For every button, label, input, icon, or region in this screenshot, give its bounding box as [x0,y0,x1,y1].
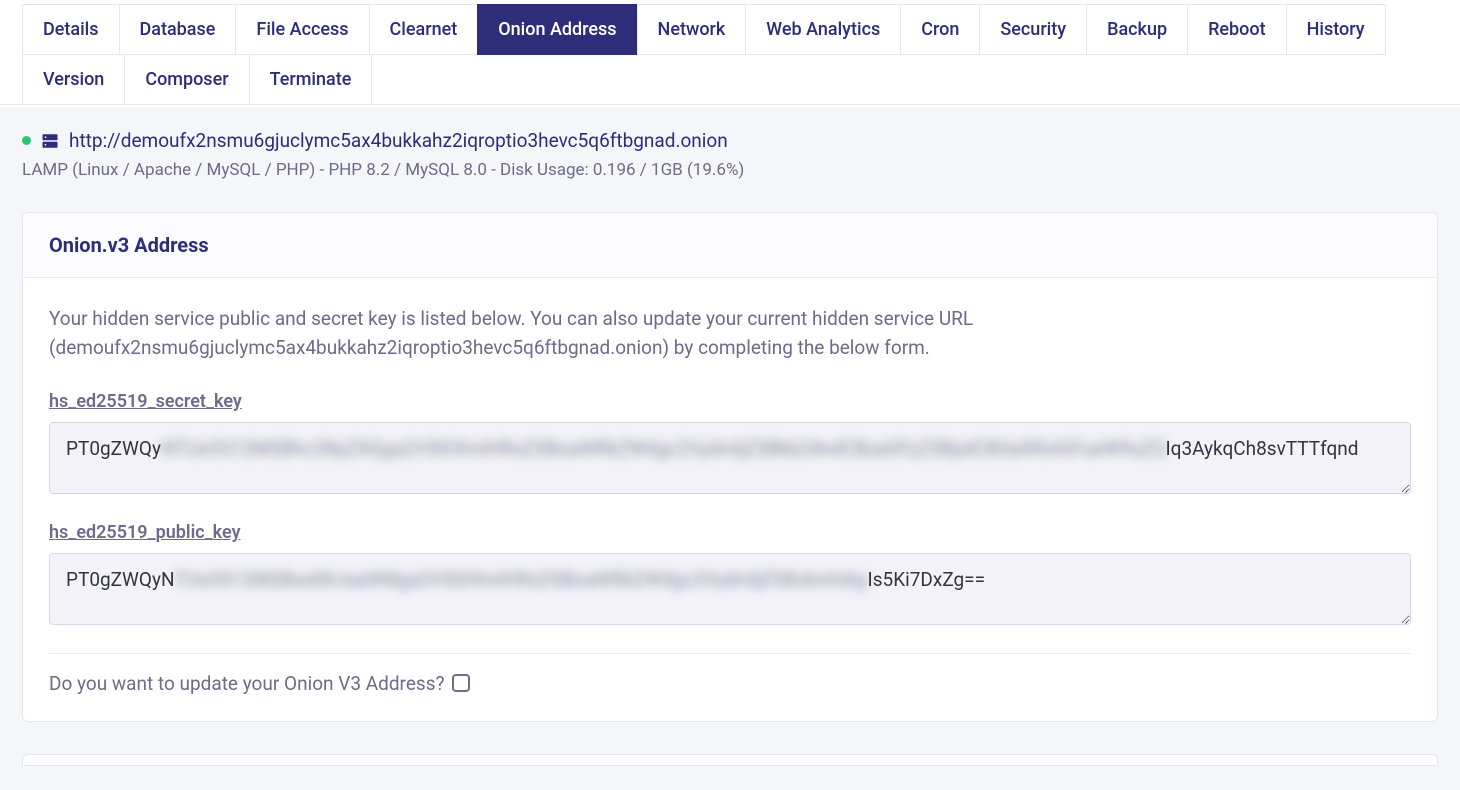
divider [49,653,1411,654]
panel-description: Your hidden service public and secret ke… [49,304,1411,363]
tab-file-access[interactable]: File Access [235,4,369,55]
server-icon [41,132,59,150]
onion-v3-panel: Onion.v3 Address Your hidden service pub… [22,212,1438,722]
secret-key-textarea[interactable]: PT0gZWQyNTUxOS12MSBhc2NyZXQga2V5IG9mIHRo… [49,422,1411,494]
tab-database[interactable]: Database [119,4,237,55]
update-prompt-text: Do you want to update your Onion V3 Addr… [49,672,444,695]
tab-version[interactable]: Version [22,54,125,105]
panel-title: Onion.v3 Address [49,233,1411,257]
status-dot-online [22,136,31,145]
next-panel-top [22,754,1438,766]
tab-onion-address[interactable]: Onion Address [477,4,637,55]
server-meta: LAMP (Linux / Apache / MySQL / PHP) - PH… [22,160,1438,180]
public-key-label: hs_ed25519_public_key [49,522,1411,543]
tab-clearnet[interactable]: Clearnet [369,4,479,55]
tab-network[interactable]: Network [637,4,747,55]
tab-security[interactable]: Security [979,4,1087,55]
server-url-link[interactable]: http://demoufx2nsmu6gjuclymc5ax4bukkahz2… [69,129,728,152]
tab-composer[interactable]: Composer [124,54,249,105]
update-onion-checkbox[interactable] [452,674,470,692]
tab-history[interactable]: History [1286,4,1386,55]
panel-header: Onion.v3 Address [23,213,1437,278]
tab-details[interactable]: Details [22,4,120,55]
tabs-container: DetailsDatabaseFile AccessClearnetOnion … [0,0,1460,105]
tab-web-analytics[interactable]: Web Analytics [745,4,901,55]
tab-reboot[interactable]: Reboot [1187,4,1287,55]
resize-handle-icon[interactable] [1398,481,1408,491]
tab-cron[interactable]: Cron [900,4,980,55]
server-info-bar: http://demoufx2nsmu6gjuclymc5ax4bukkahz2… [0,105,1460,186]
resize-handle-icon[interactable] [1398,612,1408,622]
secret-key-label: hs_ed25519_secret_key [49,391,1411,412]
tab-backup[interactable]: Backup [1086,4,1188,55]
tab-terminate[interactable]: Terminate [249,54,373,105]
public-key-textarea[interactable]: PT0gZWQyNTUxOS12MSBwdWJsaWMga2V5IG9mIHRo… [49,553,1411,625]
